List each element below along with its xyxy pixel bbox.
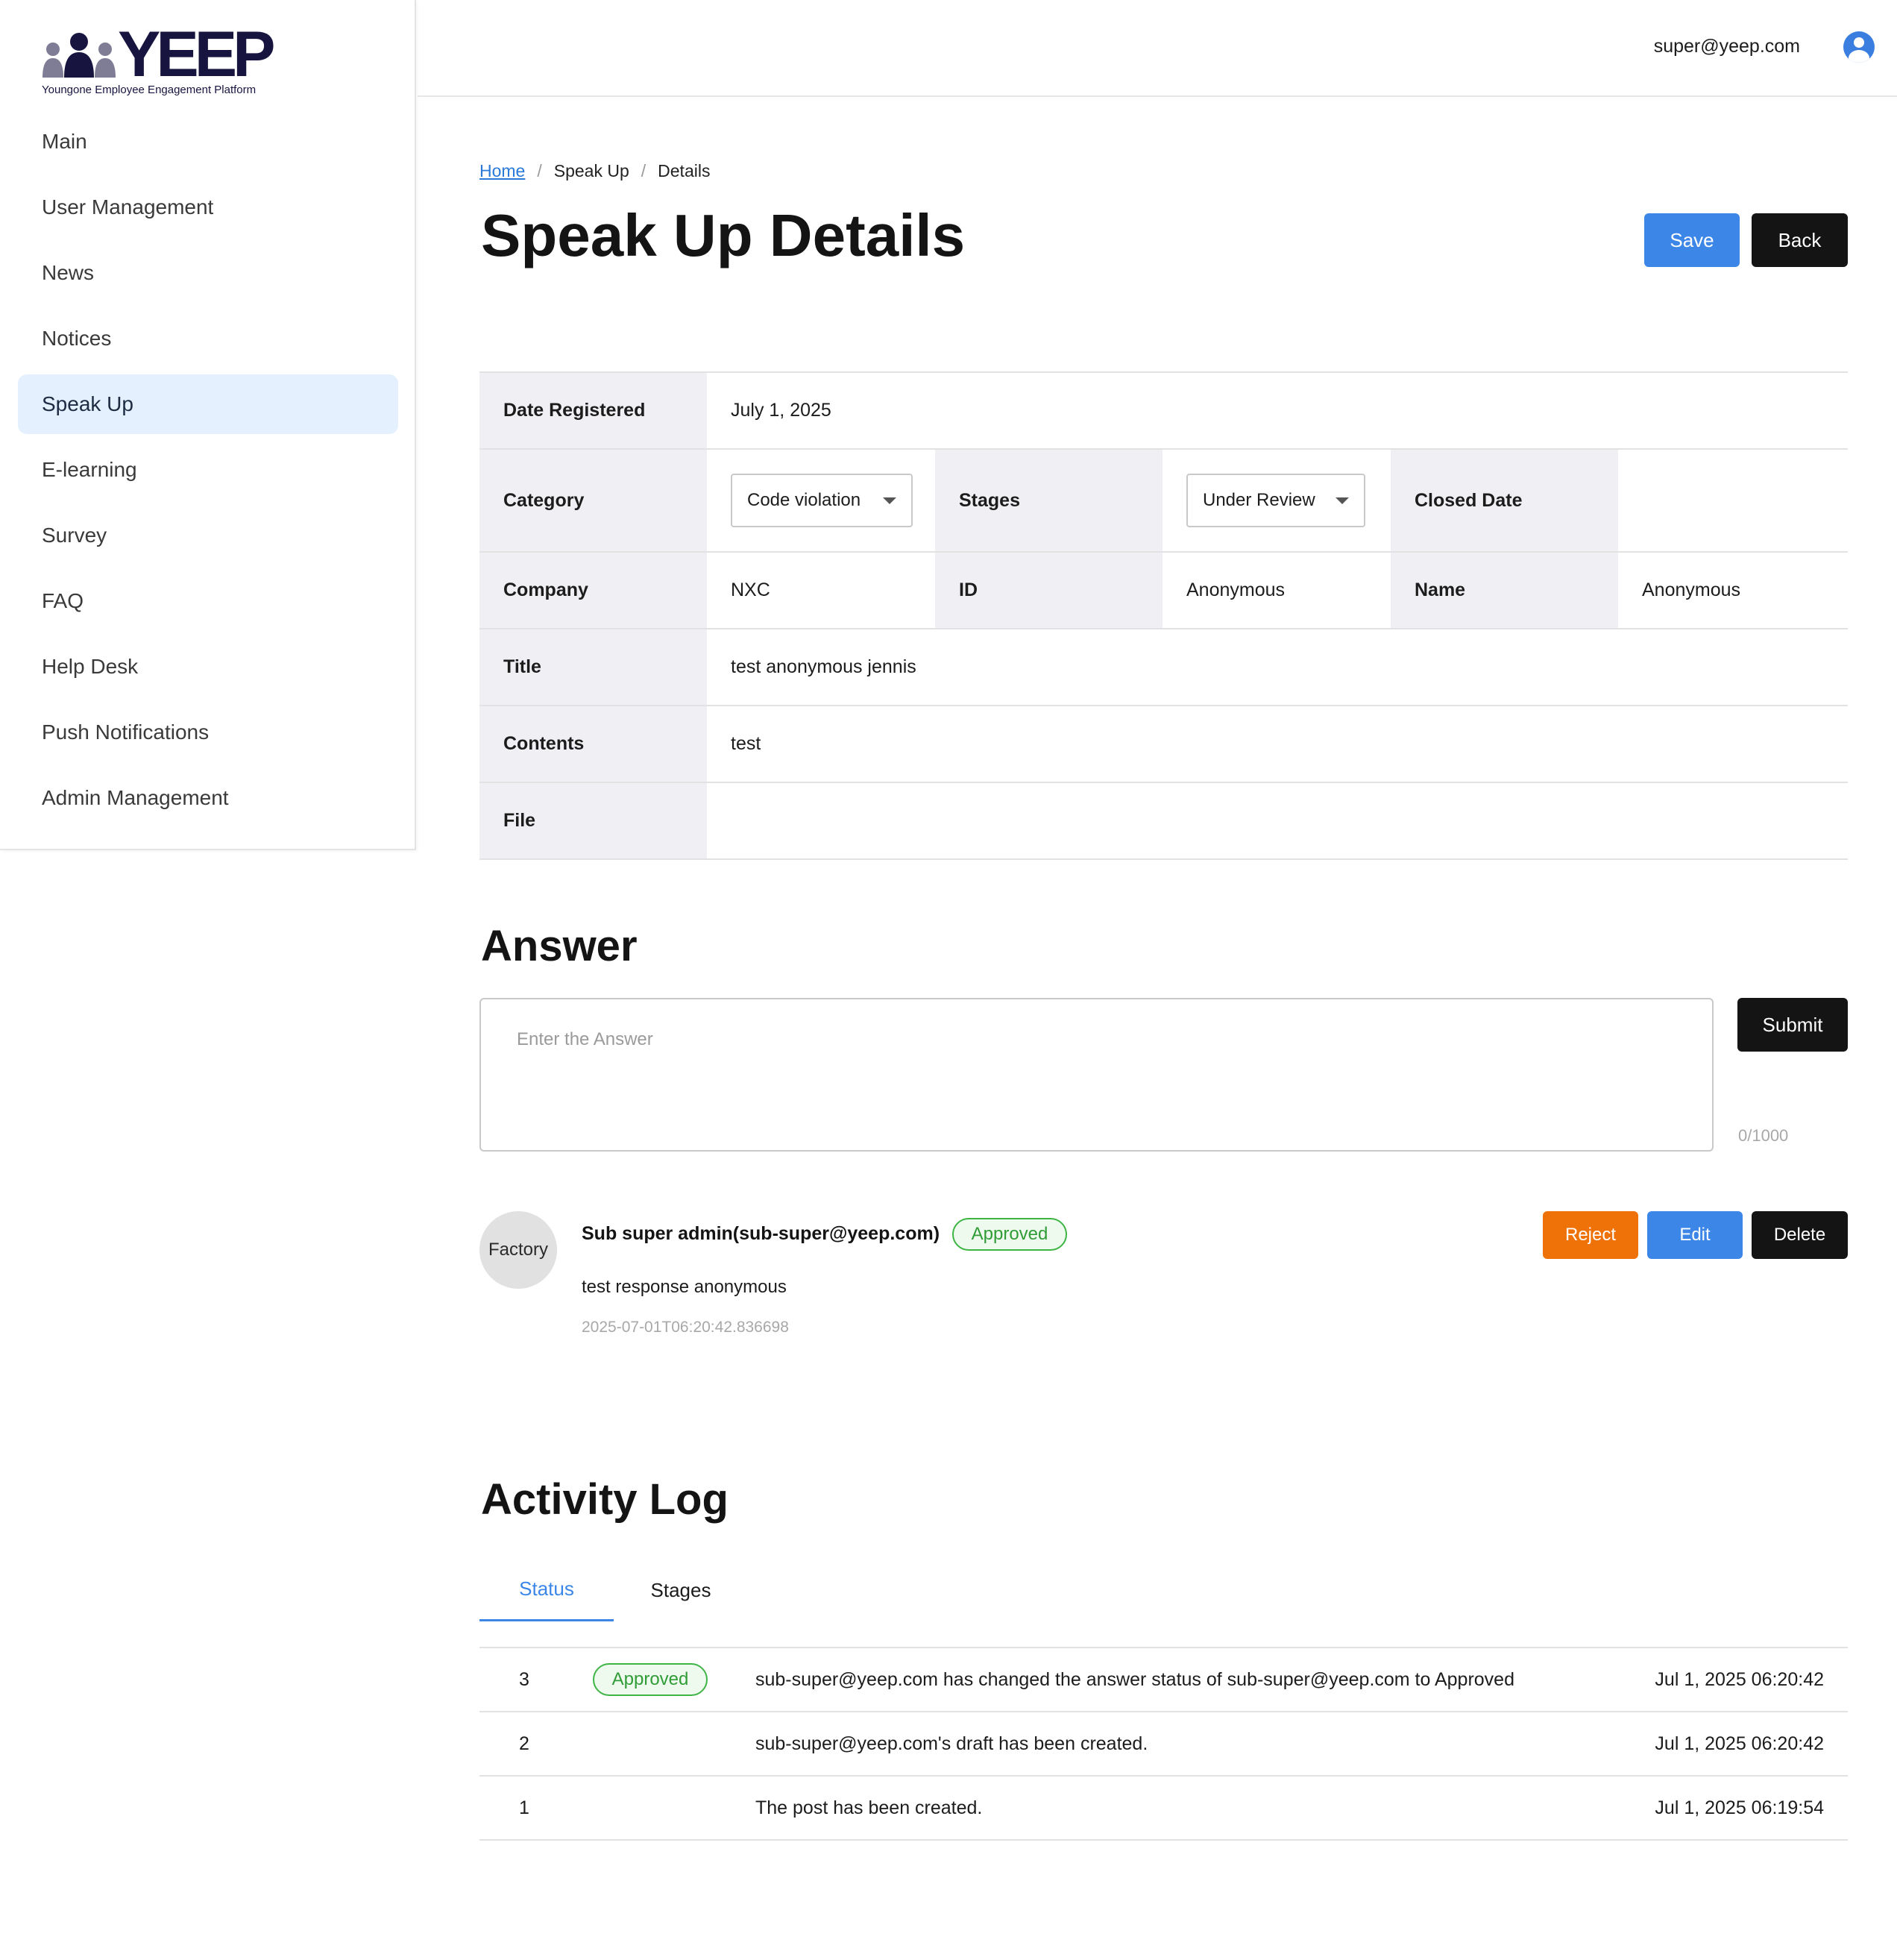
avatar: Factory (479, 1211, 557, 1289)
user-icon-body (1849, 50, 1869, 63)
sidebar-item-main[interactable]: Main (18, 112, 398, 172)
company-label: Company (479, 553, 707, 628)
id-label: ID (935, 553, 1163, 628)
people-logo-icon (43, 33, 116, 78)
sidebar-item-admin-management[interactable]: Admin Management (18, 768, 398, 828)
status-badge: Approved (952, 1218, 1067, 1251)
brand-name: YEEP (118, 19, 275, 90)
sidebar-item-faq[interactable]: FAQ (18, 571, 398, 631)
character-counter: 0/1000 (1738, 1126, 1789, 1145)
stages-select[interactable]: Under Review (1186, 474, 1365, 527)
company-value: NXC (731, 579, 770, 600)
sidebar-item-survey[interactable]: Survey (18, 506, 398, 565)
file-label: File (479, 783, 707, 858)
category-select[interactable]: Code violation (731, 474, 913, 527)
user-circle-icon[interactable] (1843, 31, 1875, 63)
top-bar: super@yeep.com (418, 0, 1897, 97)
chevron-down-icon (883, 497, 896, 504)
title-row: Title test anonymous jennis (479, 629, 1848, 706)
breadcrumb: Home / Speak Up / Details (479, 161, 710, 181)
user-icon-head (1854, 37, 1864, 48)
log-message: sub-super@yeep.com has changed the answe… (755, 1668, 1514, 1690)
stages-cell: Under Review (1163, 450, 1391, 551)
log-message: sub-super@yeep.com's draft has been crea… (755, 1733, 1148, 1754)
contents-value: test (731, 733, 761, 754)
delete-button[interactable]: Delete (1752, 1211, 1848, 1259)
submit-button[interactable]: Submit (1737, 998, 1848, 1052)
comment-text: test response anonymous (582, 1277, 787, 1297)
page-title: Speak Up Details (481, 202, 966, 268)
breadcrumb-separator: / (537, 161, 542, 180)
yeep-logo[interactable]: YEEP Youngone Employee Engagement Platfo… (42, 19, 288, 103)
stages-label: Stages (935, 450, 1163, 551)
log-date: Jul 1, 2025 06:19:54 (1655, 1797, 1824, 1818)
breadcrumb-speak-up[interactable]: Speak Up (554, 161, 629, 180)
table-row: 3 Approved sub-super@yeep.com has change… (479, 1648, 1848, 1712)
answer-heading: Answer (481, 922, 638, 970)
activity-log-table: 3 Approved sub-super@yeep.com has change… (479, 1647, 1848, 1841)
name-value: Anonymous (1642, 579, 1741, 600)
date-registered-label: Date Registered (479, 373, 707, 448)
date-registered-value: July 1, 2025 (731, 400, 831, 421)
category-cell: Code violation (707, 450, 935, 551)
sidebar-item-e-learning[interactable]: E-learning (18, 440, 398, 500)
sidebar-item-speak-up[interactable]: Speak Up (18, 374, 398, 434)
activity-log-tabs: Status Stages (479, 1559, 748, 1621)
sidebar-item-help-desk[interactable]: Help Desk (18, 637, 398, 697)
title-value: test anonymous jennis (731, 656, 916, 677)
log-date: Jul 1, 2025 06:20:42 (1655, 1733, 1824, 1754)
breadcrumb-current: Details (658, 161, 711, 180)
closed-date-label: Closed Date (1391, 450, 1618, 551)
user-email[interactable]: super@yeep.com (1654, 36, 1800, 57)
sidebar-item-news[interactable]: News (18, 243, 398, 303)
reject-button[interactable]: Reject (1543, 1211, 1638, 1259)
tab-status[interactable]: Status (479, 1559, 614, 1621)
activity-log-heading: Activity Log (481, 1475, 729, 1524)
sidebar-item-user-management[interactable]: User Management (18, 178, 398, 237)
brand-subtitle: Youngone Employee Engagement Platform (42, 84, 257, 96)
log-number: 2 (519, 1733, 529, 1754)
table-row: 2 sub-super@yeep.com's draft has been cr… (479, 1712, 1848, 1777)
log-message: The post has been created. (755, 1797, 983, 1818)
status-badge: Approved (593, 1663, 708, 1696)
name-label: Name (1391, 553, 1618, 628)
back-button[interactable]: Back (1752, 213, 1848, 267)
log-date: Jul 1, 2025 06:20:42 (1655, 1668, 1824, 1690)
contents-row: Contents test (479, 706, 1848, 783)
sidebar-nav: Main User Management News Notices Speak … (18, 112, 398, 834)
breadcrumb-home-link[interactable]: Home (479, 161, 525, 180)
chevron-down-icon (1336, 497, 1349, 504)
category-row: Category Code violation Stages Under Rev… (479, 450, 1848, 553)
table-row: 1 The post has been created. Jul 1, 2025… (479, 1777, 1848, 1841)
category-select-value: Code violation (747, 490, 861, 510)
edit-button[interactable]: Edit (1647, 1211, 1743, 1259)
sidebar: YEEP Youngone Employee Engagement Platfo… (0, 0, 416, 850)
date-registered-row: Date Registered July 1, 2025 (479, 373, 1848, 450)
breadcrumb-separator: / (641, 161, 647, 180)
sidebar-item-push-notifications[interactable]: Push Notifications (18, 703, 398, 762)
save-button[interactable]: Save (1644, 213, 1740, 267)
company-row: Company NXC ID Anonymous Name Anonymous (479, 553, 1848, 629)
comment-timestamp: 2025-07-01T06:20:42.836698 (582, 1319, 789, 1336)
tab-stages[interactable]: Stages (614, 1559, 748, 1621)
stages-select-value: Under Review (1203, 490, 1315, 510)
details-table: Date Registered July 1, 2025 Category Co… (479, 371, 1848, 860)
answer-textarea[interactable] (479, 998, 1714, 1152)
file-value[interactable] (707, 783, 731, 858)
sidebar-item-notices[interactable]: Notices (18, 309, 398, 368)
log-number: 1 (519, 1797, 529, 1818)
file-row: File (479, 783, 1848, 860)
id-value: Anonymous (1186, 579, 1286, 600)
category-label: Category (479, 450, 707, 551)
contents-label: Contents (479, 706, 707, 782)
comment-author: Sub super admin(sub-super@yeep.com) (582, 1223, 940, 1244)
closed-date-value (1618, 450, 1848, 551)
title-label: Title (479, 629, 707, 705)
log-number: 3 (519, 1668, 529, 1690)
